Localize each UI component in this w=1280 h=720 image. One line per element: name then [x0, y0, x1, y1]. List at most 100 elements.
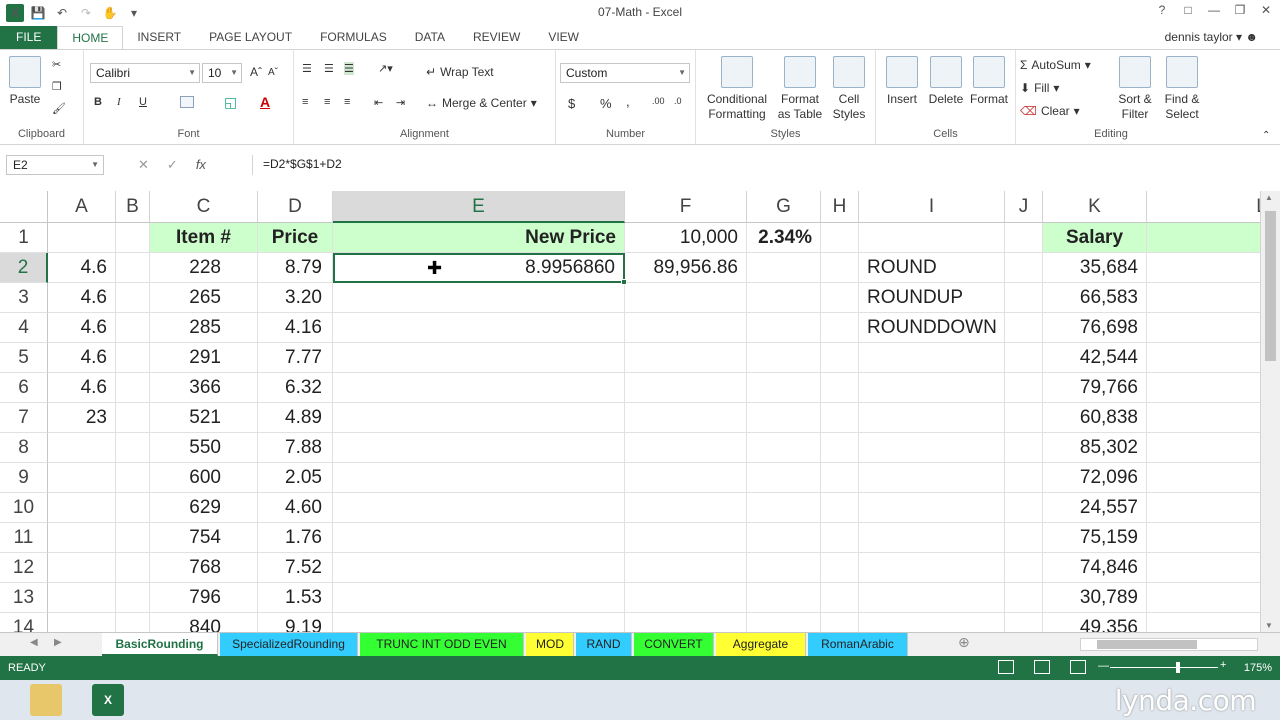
font-size-combo[interactable]: 10 ▼ — [202, 63, 242, 83]
column-header-f[interactable]: F — [625, 191, 747, 223]
name-box[interactable]: E2 ▼ — [6, 155, 104, 175]
borders-icon[interactable] — [180, 96, 194, 108]
sheet-tab-basicrounding[interactable]: BasicRounding — [102, 633, 218, 656]
cell-a9[interactable] — [48, 463, 116, 493]
cancel-icon[interactable]: ✕ — [138, 157, 149, 173]
minimize-icon[interactable]: — — [1206, 3, 1222, 17]
new-sheet-icon[interactable]: ⊕ — [958, 634, 970, 651]
tab-page-layout[interactable]: PAGE LAYOUT — [195, 26, 306, 50]
column-header-j[interactable]: J — [1005, 191, 1043, 223]
cell-e13[interactable] — [333, 583, 625, 613]
cell-l1[interactable]: N — [1147, 223, 1260, 253]
cell-l5[interactable] — [1147, 343, 1260, 373]
cell-g2[interactable] — [747, 253, 821, 283]
cell-i2[interactable]: ROUND — [859, 253, 1005, 283]
cell-b13[interactable] — [116, 583, 150, 613]
align-center-icon[interactable]: ≡ — [324, 96, 330, 108]
cell-g9[interactable] — [747, 463, 821, 493]
font-name-combo[interactable]: Calibri ▼ — [90, 63, 200, 83]
cell-f11[interactable] — [625, 523, 747, 553]
cell-b9[interactable] — [116, 463, 150, 493]
shrink-font-icon[interactable]: Aˇ — [268, 67, 278, 78]
cell-d7[interactable]: 4.89 — [258, 403, 333, 433]
cell-b1[interactable] — [116, 223, 150, 253]
cell-b5[interactable] — [116, 343, 150, 373]
tab-file[interactable]: FILE — [0, 26, 58, 50]
column-header-e[interactable]: E — [333, 191, 625, 223]
cell-c3[interactable]: 265 — [150, 283, 258, 313]
align-top-icon[interactable]: ☰ — [302, 62, 312, 75]
cell-i14[interactable] — [859, 613, 1005, 632]
cell-e9[interactable] — [333, 463, 625, 493]
cell-e6[interactable] — [333, 373, 625, 403]
cell-h2[interactable] — [821, 253, 859, 283]
column-header-c[interactable]: C — [150, 191, 258, 223]
decrease-decimal-icon[interactable]: .0 — [674, 96, 682, 106]
sheet-tab-convert[interactable]: CONVERT — [634, 633, 714, 656]
bold-button[interactable]: B — [94, 96, 102, 108]
cell-j2[interactable] — [1005, 253, 1043, 283]
row-header-8[interactable]: 8 — [0, 433, 48, 463]
find-select-button[interactable]: Find & Select — [1158, 56, 1206, 122]
column-header-h[interactable]: H — [821, 191, 859, 223]
cell-i6[interactable] — [859, 373, 1005, 403]
cell-k14[interactable]: 49,356 — [1043, 613, 1147, 632]
cell-d13[interactable]: 1.53 — [258, 583, 333, 613]
cell-g7[interactable] — [747, 403, 821, 433]
cell-i9[interactable] — [859, 463, 1005, 493]
cell-a6[interactable]: 4.6 — [48, 373, 116, 403]
formula-input[interactable]: =D2*$G$1+D2 — [252, 155, 1274, 175]
grow-font-icon[interactable]: Aˆ — [250, 65, 262, 79]
cell-k2[interactable]: 35,684 — [1043, 253, 1147, 283]
column-header-i[interactable]: I — [859, 191, 1005, 223]
cell-l6[interactable] — [1147, 373, 1260, 403]
cell-h14[interactable] — [821, 613, 859, 632]
cell-d5[interactable]: 7.77 — [258, 343, 333, 373]
cell-a13[interactable] — [48, 583, 116, 613]
cell-k4[interactable]: 76,698 — [1043, 313, 1147, 343]
cell-l7[interactable] — [1147, 403, 1260, 433]
next-sheet-icon[interactable]: ▶ — [54, 637, 62, 648]
increase-indent-icon[interactable]: ⇥ — [396, 96, 405, 109]
cell-b10[interactable] — [116, 493, 150, 523]
cell-i3[interactable]: ROUNDUP — [859, 283, 1005, 313]
cell-l14[interactable] — [1147, 613, 1260, 632]
clear-button[interactable]: ⌫ Clear ▾ — [1020, 104, 1080, 118]
cell-g12[interactable] — [747, 553, 821, 583]
format-cells-button[interactable]: Format — [964, 56, 1014, 107]
cell-l11[interactable] — [1147, 523, 1260, 553]
cell-f5[interactable] — [625, 343, 747, 373]
cell-g11[interactable] — [747, 523, 821, 553]
cell-i4[interactable]: ROUNDDOWN — [859, 313, 1005, 343]
cell-l8[interactable] — [1147, 433, 1260, 463]
cell-j1[interactable] — [1005, 223, 1043, 253]
excel-taskbar-icon[interactable]: X — [92, 684, 124, 716]
cell-k7[interactable]: 60,838 — [1043, 403, 1147, 433]
cell-a2[interactable]: 4.6 — [48, 253, 116, 283]
cell-e10[interactable] — [333, 493, 625, 523]
zoom-level[interactable]: 175% — [1244, 662, 1272, 674]
row-header-9[interactable]: 9 — [0, 463, 48, 493]
cell-h11[interactable] — [821, 523, 859, 553]
zoom-out-icon[interactable]: — — [1098, 660, 1109, 672]
cell-l9[interactable] — [1147, 463, 1260, 493]
horizontal-scroll-thumb[interactable] — [1097, 640, 1197, 649]
cell-h12[interactable] — [821, 553, 859, 583]
column-header-a[interactable]: A — [48, 191, 116, 223]
cell-e4[interactable] — [333, 313, 625, 343]
collapse-ribbon-icon[interactable]: ⌃ — [1262, 130, 1270, 141]
cell-b8[interactable] — [116, 433, 150, 463]
decrease-indent-icon[interactable]: ⇤ — [374, 96, 383, 109]
percent-button[interactable]: % — [600, 96, 612, 111]
orientation-icon[interactable]: ↗▾ — [378, 62, 393, 75]
worksheet-grid[interactable]: ABCDEFGHIJKL1Item #PriceNew Price10,0002… — [0, 191, 1260, 632]
sheet-tab-trunc-int-odd-even[interactable]: TRUNC INT ODD EVEN — [360, 633, 524, 656]
column-header-k[interactable]: K — [1043, 191, 1147, 223]
cell-d14[interactable]: 9.19 — [258, 613, 333, 632]
cell-l12[interactable] — [1147, 553, 1260, 583]
cell-f3[interactable] — [625, 283, 747, 313]
sort-filter-button[interactable]: Sort & Filter — [1110, 56, 1160, 122]
cell-i10[interactable] — [859, 493, 1005, 523]
cell-f7[interactable] — [625, 403, 747, 433]
select-all-corner[interactable] — [0, 191, 48, 223]
